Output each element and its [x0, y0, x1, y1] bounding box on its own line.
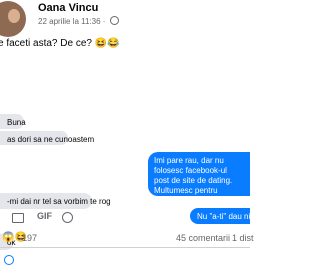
chat-toolbar: GIF	[0, 211, 250, 227]
emoji-icon	[62, 212, 73, 223]
outgoing-message: Imi pare rau, dar nu folosesc facebook-u…	[148, 152, 250, 205]
incoming-message: -mi dai nr tel sa vorbim te rog	[0, 193, 111, 209]
seen-indicator-icon	[4, 255, 14, 265]
reaction-count[interactable]: 197	[22, 233, 37, 243]
gif-icon: GIF	[37, 211, 52, 221]
post-author[interactable]: Oana Vincu	[38, 2, 98, 14]
shares-count[interactable]: 1 dist	[232, 233, 254, 243]
chat-screenshot: Buna as dori sa ne cunoastem Imi pare ra…	[0, 56, 250, 265]
reactions-bar: 😱😆 197 45 comentarii 1 dist	[0, 232, 254, 246]
post-header: Oana Vincu 22 aprilie la 11:36 ·	[0, 0, 250, 37]
divider	[0, 247, 250, 248]
incoming-message: Buna	[0, 114, 26, 129]
camera-icon	[12, 213, 24, 223]
comments-count[interactable]: 45 comentarii	[176, 233, 230, 243]
post-text: e faceti asta? De ce? 😆😂	[0, 38, 120, 49]
post-meta: 22 aprilie la 11:36 ·	[38, 16, 119, 26]
post-timestamp[interactable]: 22 aprilie la 11:36 ·	[38, 17, 105, 26]
avatar[interactable]	[0, 1, 26, 37]
globe-icon	[109, 16, 119, 25]
incoming-message: as dori sa ne cunoastem	[0, 131, 94, 145]
